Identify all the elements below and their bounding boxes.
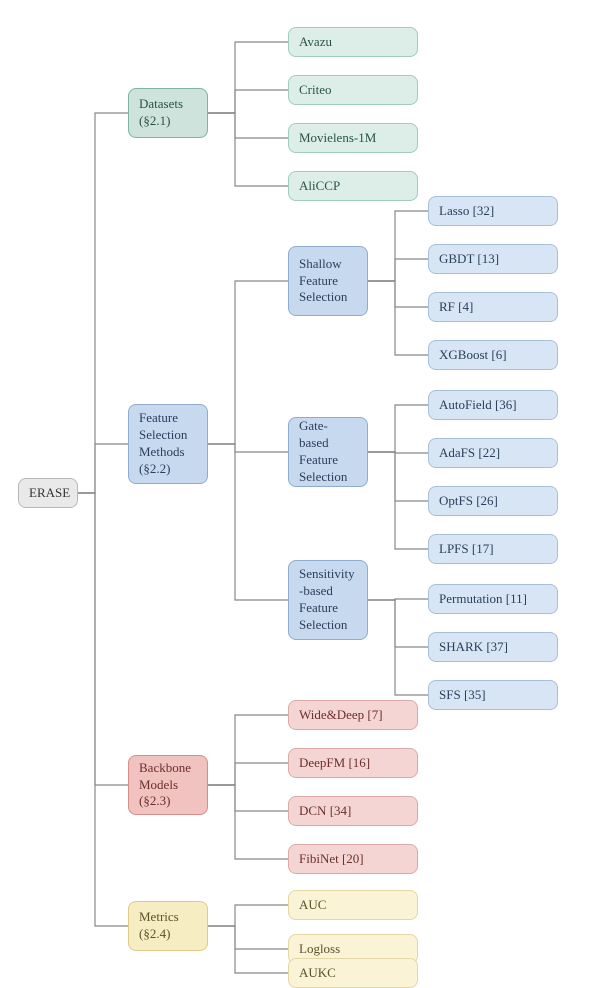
gate-item: OptFS [26]	[428, 486, 558, 516]
datasets-node: Datasets (§2.1)	[128, 88, 208, 138]
sens-item: Permutation [11]	[428, 584, 558, 614]
metrics-item: AUC	[288, 890, 418, 920]
metrics-node: Metrics (§2.4)	[128, 901, 208, 951]
shallow-item: XGBoost [6]	[428, 340, 558, 370]
fsm-shallow-node: Shallow Feature Selection	[288, 246, 368, 316]
dataset-item: Criteo	[288, 75, 418, 105]
gate-item: LPFS [17]	[428, 534, 558, 564]
dataset-item: Movielens-1M	[288, 123, 418, 153]
fsm-sens-node: Sensitivity-based Feature Selection	[288, 560, 368, 640]
root-node: ERASE	[18, 478, 78, 508]
backbone-item: FibiNet [20]	[288, 844, 418, 874]
shallow-item: Lasso [32]	[428, 196, 558, 226]
shallow-item: GBDT [13]	[428, 244, 558, 274]
backbone-item: DCN [34]	[288, 796, 418, 826]
sens-item: SHARK [37]	[428, 632, 558, 662]
gate-item: AdaFS [22]	[428, 438, 558, 468]
backbone-item: Wide&Deep [7]	[288, 700, 418, 730]
backbone-node: Backbone Models (§2.3)	[128, 755, 208, 815]
backbone-item: DeepFM [16]	[288, 748, 418, 778]
sens-item: SFS [35]	[428, 680, 558, 710]
shallow-item: RF [4]	[428, 292, 558, 322]
metrics-item: AUKC	[288, 958, 418, 988]
dataset-item: Avazu	[288, 27, 418, 57]
dataset-item: AliCCP	[288, 171, 418, 201]
fsm-node: Feature Selection Methods (§2.2)	[128, 404, 208, 484]
gate-item: AutoField [36]	[428, 390, 558, 420]
fsm-gate-node: Gate-based Feature Selection	[288, 417, 368, 487]
